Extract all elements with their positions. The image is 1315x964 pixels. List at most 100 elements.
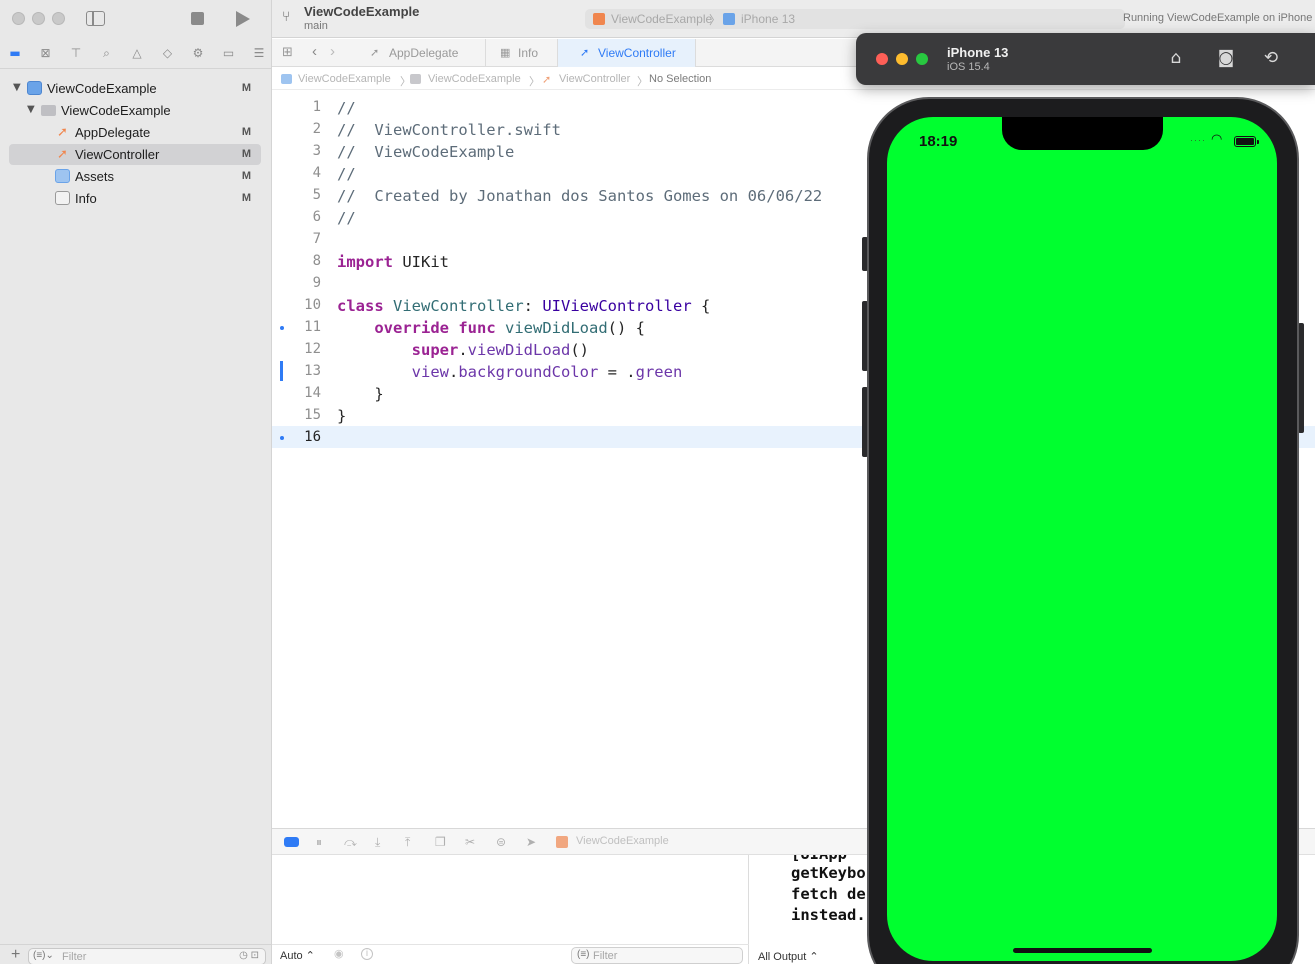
line-number: 15 — [304, 407, 321, 423]
simulator-title-bar: iPhone 13 iOS 15.4 ⌂ ◙ ⟲ — [856, 33, 1315, 85]
chevron-down-icon[interactable]: ▼ — [13, 82, 21, 93]
tree-item-project[interactable]: ▼ ViewCodeExample M — [9, 78, 261, 99]
chevron-down-icon[interactable]: ▼ — [27, 104, 35, 115]
stop-icon[interactable] — [191, 12, 204, 25]
warning-icon[interactable]: △ — [130, 46, 144, 60]
branch-icon: ⑂ — [282, 9, 291, 25]
output-scope-select[interactable]: All Output ⌃ — [758, 950, 819, 963]
line-number: 13 — [304, 363, 321, 379]
simulator-screen[interactable]: 18:19 ···· ◠ — [887, 117, 1277, 961]
line-number: 5 — [312, 187, 321, 203]
eye-icon[interactable]: ◉ — [334, 947, 344, 960]
add-icon[interactable]: + — [11, 946, 20, 964]
minimize-window-button[interactable] — [32, 12, 45, 25]
rotate-icon[interactable]: ⟲ — [1260, 48, 1282, 68]
sidebar-toggle-icon[interactable] — [86, 11, 105, 26]
step-out-icon[interactable]: ⤒ — [405, 835, 410, 850]
symbol-icon[interactable]: ⊤ — [69, 46, 83, 60]
scheme-selector[interactable]: ViewCodeExample 〉 iPhone 13 — [585, 9, 1125, 29]
search-icon[interactable]: ⌕ — [100, 46, 114, 60]
info-icon[interactable]: i — [361, 948, 373, 960]
line-number: 2 — [312, 121, 321, 137]
tab-viewcontroller[interactable]: ➚ ViewController — [558, 39, 696, 67]
tree-item-group[interactable]: ▼ ViewCodeExample — [9, 100, 261, 121]
tab-info[interactable]: ▦ Info — [486, 39, 558, 67]
minimize-window-button[interactable] — [896, 53, 908, 65]
folder-icon[interactable]: ▬ — [8, 46, 22, 60]
line-number: 14 — [304, 385, 321, 401]
chevron-right-icon: 〉 — [529, 76, 540, 88]
filter-icon: (≡) — [577, 949, 590, 960]
tree-item-label: Info — [75, 191, 97, 206]
recent-files-icon[interactable]: ◷ ⊡ — [239, 950, 259, 961]
forward-icon[interactable]: › — [330, 43, 335, 60]
close-window-button[interactable] — [12, 12, 25, 25]
code-text: } — [337, 407, 347, 425]
test-icon[interactable]: ◇ — [161, 46, 175, 60]
swift-file-icon: ➚ — [57, 146, 68, 161]
tree-item-info[interactable]: Info M — [9, 188, 261, 209]
pause-icon[interactable]: ⏸ — [316, 835, 322, 850]
breadcrumb-project[interactable]: ViewCodeExample — [298, 73, 391, 85]
device-icon — [723, 13, 735, 25]
project-icon — [27, 81, 42, 95]
console-line: fetch de — [791, 885, 866, 903]
modified-badge: M — [241, 170, 251, 182]
simulator-os-version: iOS 15.4 — [947, 61, 990, 73]
tree-item-viewcontroller[interactable]: ➚ ViewController M — [9, 144, 261, 165]
scheme-target[interactable]: ViewCodeExample — [611, 12, 712, 26]
code-text: // ViewController.swift — [337, 121, 561, 139]
environment-overrides-icon[interactable]: ⊜ — [496, 835, 506, 849]
line-number: 3 — [312, 143, 321, 159]
tab-appdelegate[interactable]: ➚ AppDelegate — [356, 39, 486, 67]
tree-item-appdelegate[interactable]: ➚ AppDelegate M — [9, 122, 261, 143]
debug-process-name: ViewCodeExample — [576, 835, 669, 847]
breadcrumb-group[interactable]: ViewCodeExample — [428, 73, 521, 85]
step-into-icon[interactable]: ⤓ — [375, 835, 380, 850]
navigator-filter-input[interactable]: (≡)⌄ Filter ◷ ⊡ — [28, 948, 266, 964]
screenshot-icon[interactable]: ◙ — [1215, 48, 1237, 68]
tab-label: Info — [518, 46, 539, 60]
tree-item-assets[interactable]: Assets M — [9, 166, 261, 187]
close-window-button[interactable] — [876, 53, 888, 65]
related-items-icon[interactable]: ⊞ — [282, 45, 293, 60]
debug-icon[interactable]: ⚙ — [191, 46, 205, 60]
source-control-icon[interactable]: ⊠ — [39, 46, 53, 60]
back-icon[interactable]: ‹ — [312, 43, 317, 60]
line-number: 4 — [312, 165, 321, 181]
location-icon[interactable]: ➤ — [526, 835, 536, 849]
branch-name[interactable]: main — [304, 20, 328, 32]
swift-file-icon: ➚ — [370, 46, 380, 59]
variables-footer: Auto ⌃ ◉ i (≡) Filter — [272, 944, 749, 964]
variables-view[interactable]: Auto ⌃ ◉ i (≡) Filter — [272, 855, 749, 964]
line-number: 9 — [312, 275, 321, 291]
run-icon[interactable] — [236, 11, 250, 27]
home-icon[interactable]: ⌂ — [1165, 48, 1187, 68]
report-icon[interactable]: ☰ — [252, 46, 266, 60]
variables-scope-select[interactable]: Auto ⌃ — [280, 949, 315, 962]
code-text: // ViewCodeExample — [337, 143, 515, 161]
code-text: super.viewDidLoad() — [411, 341, 589, 359]
step-over-icon[interactable]: ⤼ — [344, 835, 357, 850]
tree-item-label: ViewController — [75, 147, 160, 162]
zoom-window-button[interactable] — [52, 12, 65, 25]
chevron-right-icon: 〉 — [709, 13, 722, 27]
filter-options-icon[interactable]: (≡)⌄ — [33, 950, 54, 961]
project-icon — [281, 74, 292, 84]
breadcrumb-selection[interactable]: No Selection — [649, 73, 711, 85]
breadcrumb-file[interactable]: ViewController — [559, 73, 630, 85]
line-number: 6 — [312, 209, 321, 225]
code-text: // — [337, 209, 356, 227]
memory-graph-icon[interactable]: ✂ — [465, 835, 475, 849]
swift-app-icon — [556, 836, 568, 848]
activity-status: Running ViewCodeExample on iPhone 13 — [1123, 12, 1315, 24]
swift-file-icon: ➚ — [580, 46, 590, 59]
breakpoint-icon[interactable]: ▭ — [222, 46, 236, 60]
variables-filter-input[interactable]: (≡) Filter — [571, 947, 743, 964]
zoom-window-button[interactable] — [916, 53, 928, 65]
view-hierarchy-icon[interactable]: ❐ — [435, 835, 446, 849]
run-destination[interactable]: iPhone 13 — [741, 12, 795, 26]
navigator-selector-bar: ▬ ⊠ ⊤ ⌕ △ ◇ ⚙ ▭ ☰ — [8, 42, 266, 64]
console-line: getKeybo — [791, 864, 866, 882]
hide-debug-area-icon[interactable] — [284, 837, 299, 847]
